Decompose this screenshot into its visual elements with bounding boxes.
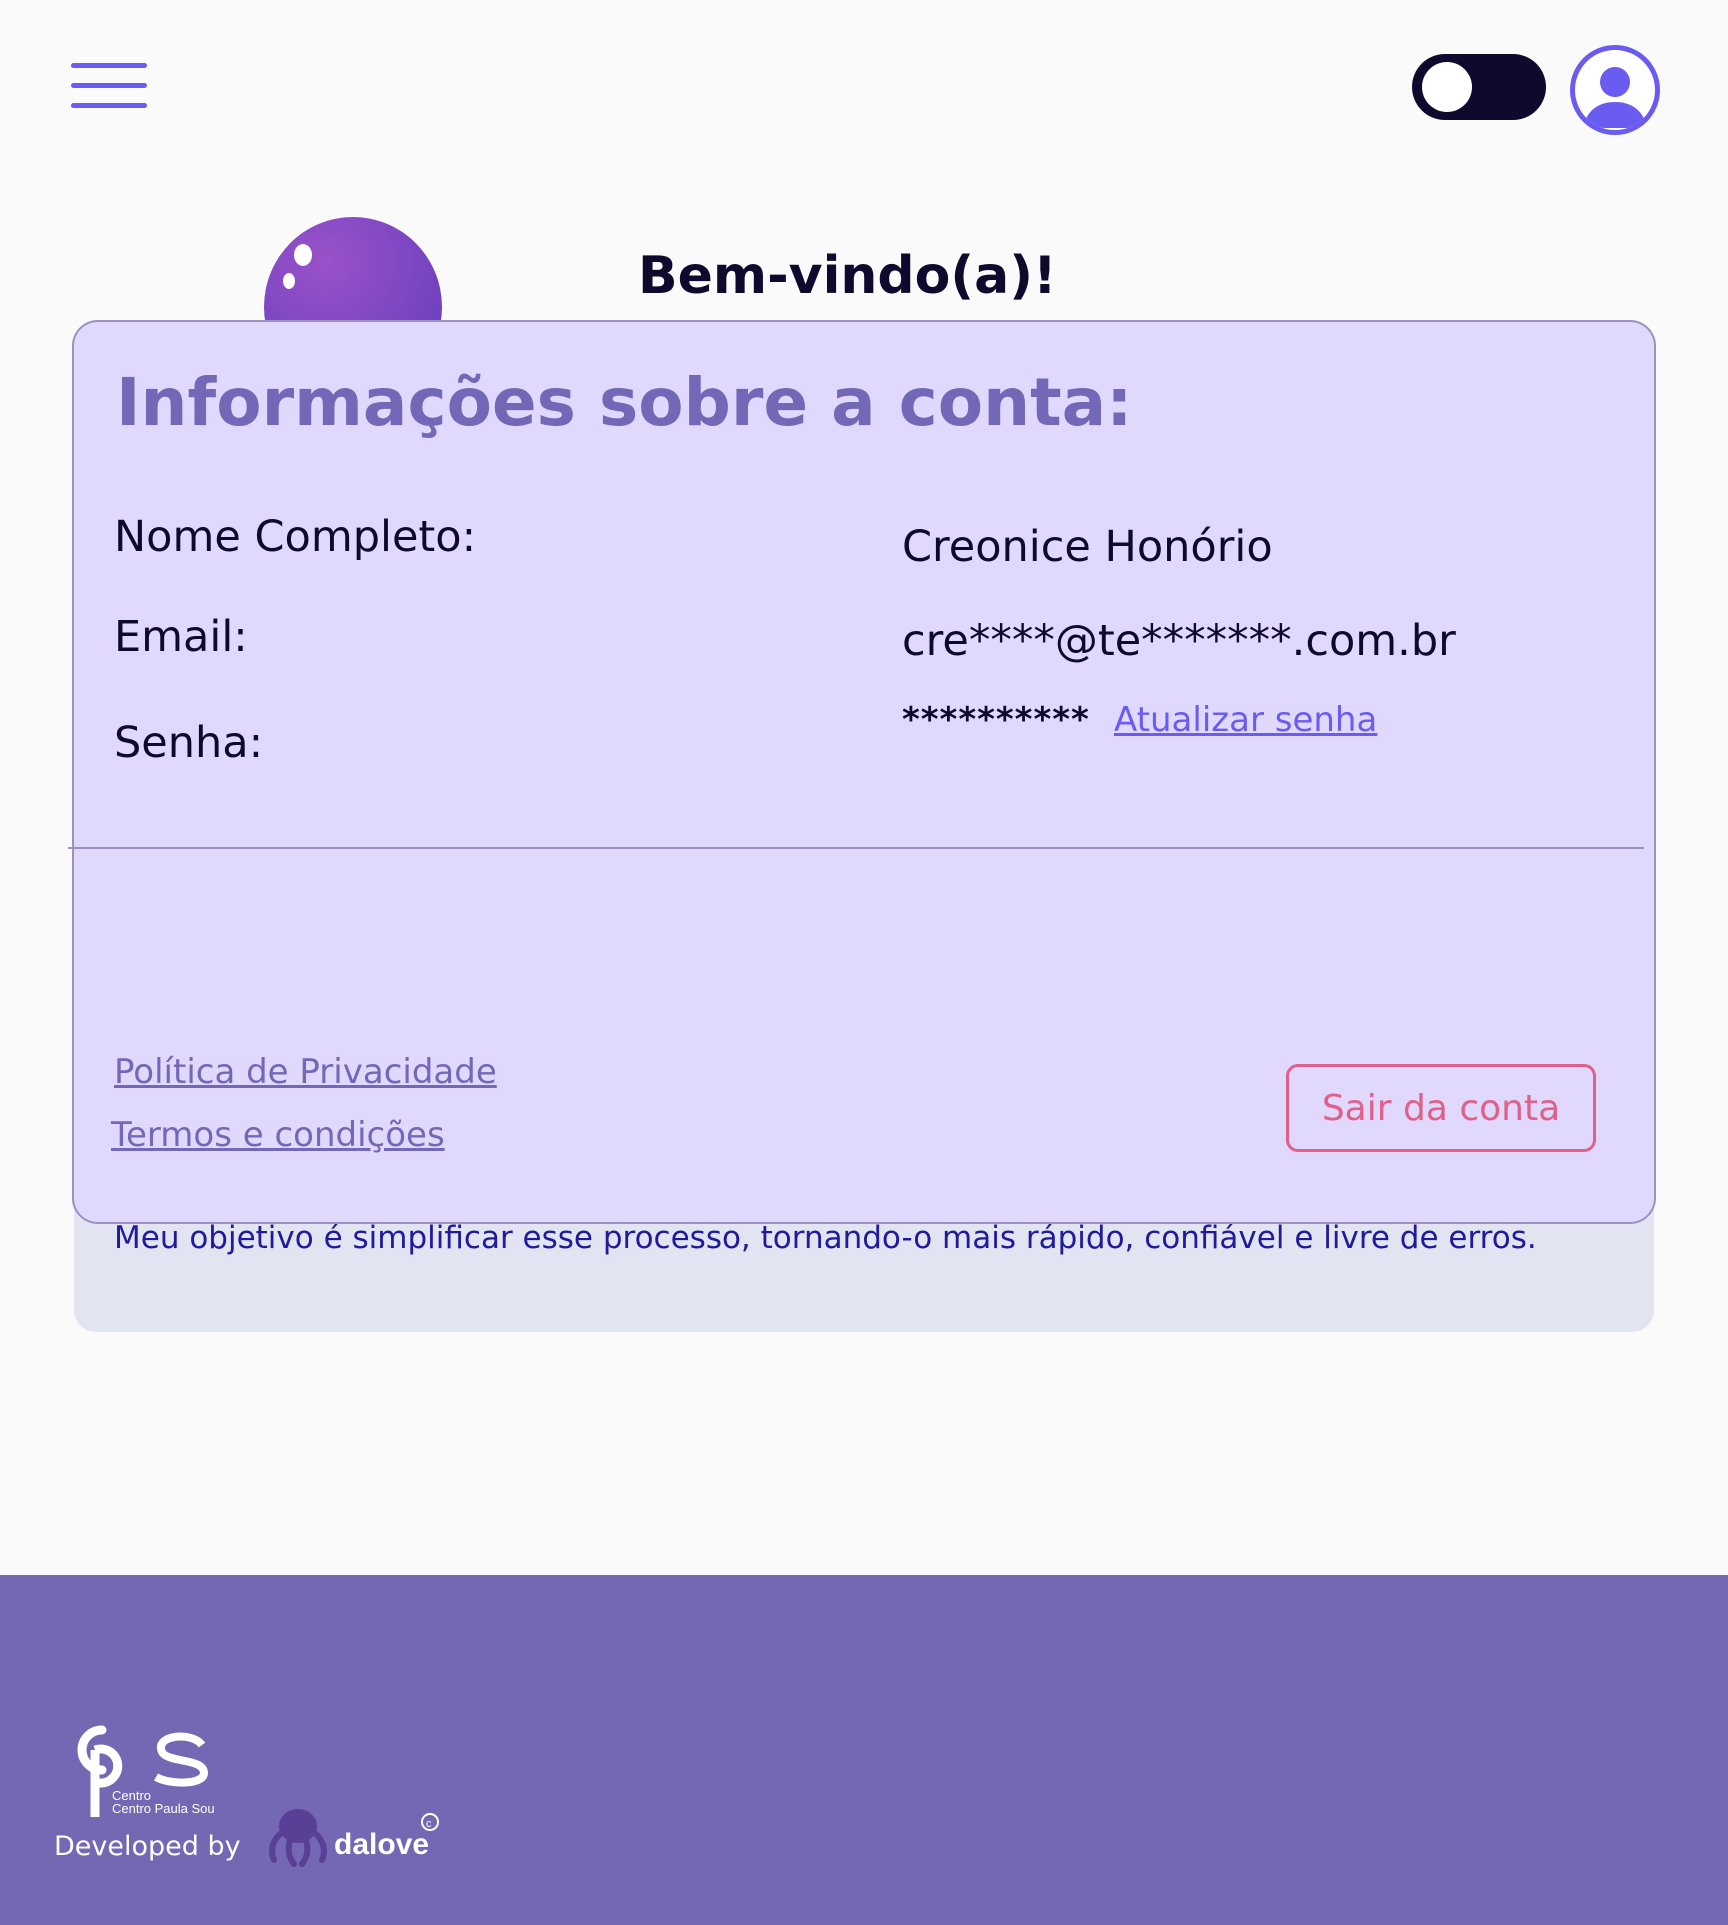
mascot-bubble (263, 217, 443, 327)
dalove-logo: dalove c (262, 1800, 452, 1870)
full-name-label: Nome Completo: (114, 512, 477, 562)
about-text: Meu objetivo é simplificar esse processo… (114, 1220, 1537, 1256)
user-circle-icon[interactable] (1570, 45, 1660, 135)
dalove-logo-text: dalove (334, 1828, 429, 1861)
divider (68, 847, 1644, 849)
privacy-policy-link[interactable]: Política de Privacidade (114, 1052, 497, 1092)
hamburger-menu-icon[interactable] (71, 61, 147, 111)
password-label: Senha: (114, 718, 264, 768)
full-name-value: Creonice Honório (902, 522, 1273, 572)
cps-logo: Centro Centro Paula Souza (54, 1725, 229, 1820)
email-value: cre****@te*******.com.br (902, 616, 1456, 666)
password-value: ********** (902, 700, 1090, 740)
account-info-modal: Informações sobre a conta: Nome Completo… (68, 320, 1656, 1224)
svg-text:c: c (426, 1818, 432, 1830)
modal-title: Informações sobre a conta: (116, 364, 1133, 441)
terms-conditions-link[interactable]: Termos e condições (111, 1115, 445, 1155)
developed-by-label: Developed by (54, 1831, 241, 1862)
footer: Centro Centro Paula Souza Developed by d… (0, 1575, 1728, 1925)
logout-button[interactable]: Sair da conta (1286, 1064, 1596, 1152)
toggle-knob (1422, 62, 1472, 112)
welcome-title: Bem-vindo(a)! (638, 246, 1057, 306)
email-label: Email: (114, 612, 248, 662)
update-password-link[interactable]: Atualizar senha (1114, 700, 1377, 740)
theme-toggle[interactable] (1412, 54, 1546, 120)
cps-logo-text: Centro Paula Souza (112, 1801, 214, 1816)
